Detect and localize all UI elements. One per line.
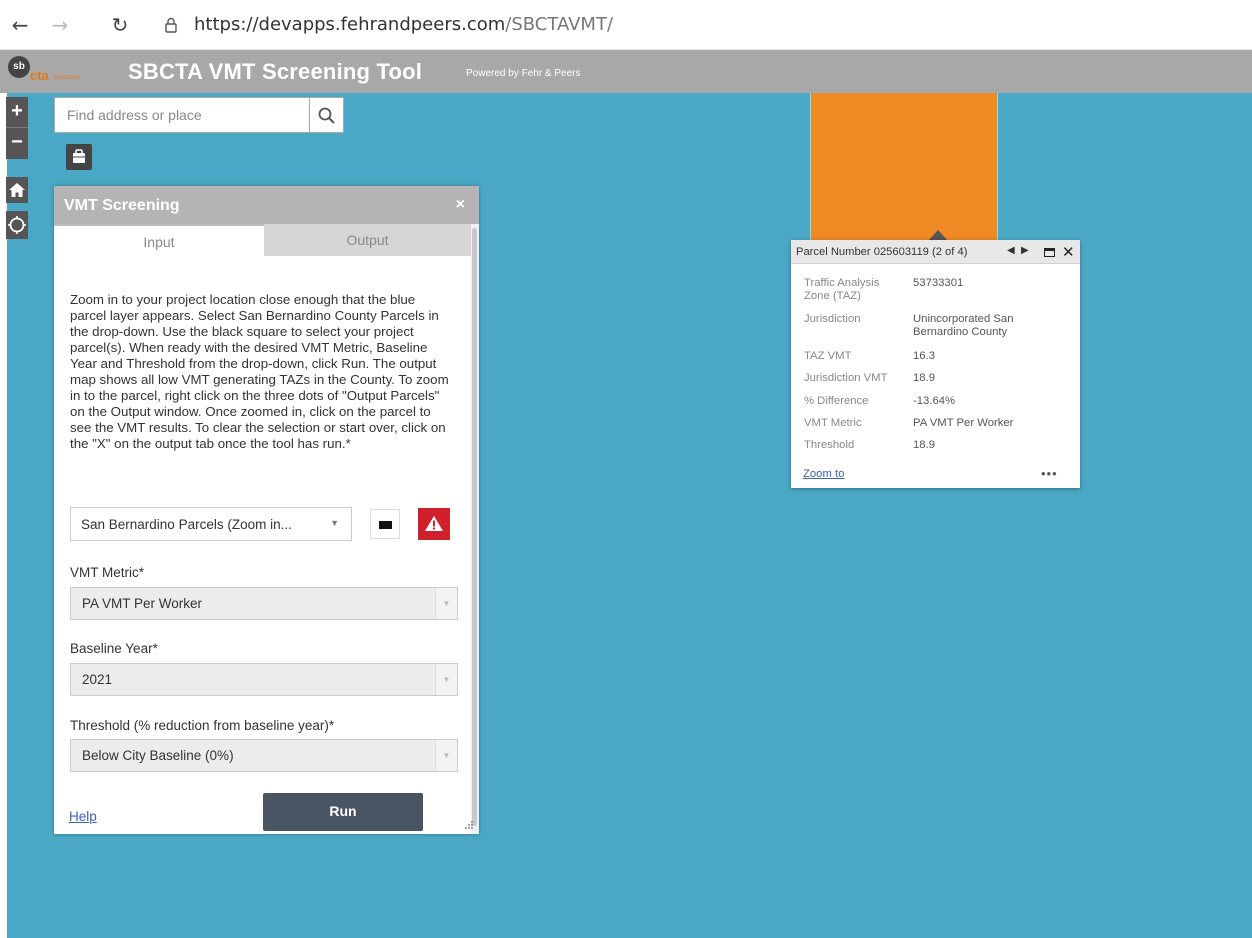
panel-header: VMT Screening × <box>54 186 479 224</box>
vmt-metric-value: PA VMT Per Worker <box>82 596 203 611</box>
app-title: SBCTA VMT Screening Tool <box>128 59 423 84</box>
vmt-metric-dropdown[interactable]: PA VMT Per Worker ▼ <box>70 587 458 620</box>
panel-title: VMT Screening <box>64 197 180 214</box>
threshold-dropdown[interactable]: Below City Baseline (0%) ▼ <box>70 739 458 772</box>
panel-scrollbar[interactable] <box>471 224 479 834</box>
layer-select[interactable]: San Bernardino Parcels (Zoom in... ▼ <box>70 507 352 541</box>
popup-value: Unincorporated San Bernardino County <box>913 313 1014 338</box>
zoom-to-link[interactable]: Zoom to <box>803 468 844 480</box>
arrow-left-icon[interactable]: ← <box>8 13 32 37</box>
popup-value: 53733301 <box>913 277 964 289</box>
more-actions-icon[interactable]: ••• <box>1041 466 1058 481</box>
search-button[interactable] <box>310 97 344 133</box>
url-path: /SBCTAVMT/ <box>505 14 614 35</box>
powered-by: Powered by Fehr & Peers <box>466 68 581 79</box>
zoom-control: + − <box>6 97 28 159</box>
popup-value: 18.9 <box>913 439 935 451</box>
arrow-right-icon[interactable]: → <box>48 13 72 37</box>
popup-key: Jurisdiction <box>804 313 861 325</box>
sbcta-logo: sb cta education <box>8 56 108 88</box>
threshold-value: Below City Baseline (0%) <box>82 748 234 763</box>
tab-output[interactable]: Output <box>264 224 471 256</box>
locate-icon <box>8 216 26 234</box>
popup-key: Traffic Analysis Zone (TAZ) <box>804 277 880 302</box>
vmt-screening-panel: VMT Screening × Input Output Zoom in to … <box>54 186 479 834</box>
zoom-out-button[interactable]: − <box>6 128 28 159</box>
popup-title: Parcel Number 025603119 (2 of 4) <box>796 246 968 258</box>
app-header: sb cta education SBCTA VMT Screening Too… <box>0 50 1252 93</box>
tab-input[interactable]: Input <box>54 224 264 256</box>
next-feature-icon[interactable]: ▶ <box>1021 245 1029 256</box>
popup-value: 18.9 <box>913 372 935 384</box>
scrollbar-thumb[interactable] <box>472 228 477 826</box>
previous-feature-icon[interactable]: ◀ <box>1007 245 1015 256</box>
chevron-down-icon: ▼ <box>435 740 457 771</box>
reload-icon[interactable]: ↻ <box>108 13 132 37</box>
popup-key: Jurisdiction VMT <box>804 372 888 384</box>
baseline-year-value: 2021 <box>82 672 113 687</box>
logo-sb: sb <box>8 56 30 78</box>
popup-key: TAZ VMT <box>804 350 852 362</box>
vmt-metric-label: VMT Metric* <box>70 565 145 580</box>
home-button[interactable] <box>6 177 28 203</box>
chevron-down-icon: ▼ <box>330 518 339 528</box>
warning-button[interactable] <box>418 508 450 540</box>
baseline-year-dropdown[interactable]: 2021 ▼ <box>70 663 458 696</box>
instructions-text: Zoom in to your project location close e… <box>70 292 449 451</box>
popup-close-icon[interactable]: ✕ <box>1062 243 1075 261</box>
home-icon <box>9 183 25 197</box>
zoom-in-button[interactable]: + <box>6 97 28 128</box>
locate-button[interactable] <box>6 211 28 239</box>
search-container <box>54 97 310 133</box>
toolbox-widget-button[interactable] <box>66 144 92 170</box>
toolbox-icon <box>73 149 85 163</box>
lock-icon <box>165 17 177 33</box>
parcel-popup: Parcel Number 025603119 (2 of 4) ◀ ▶ ✕ T… <box>791 240 1080 488</box>
logo-sub: education <box>54 75 81 81</box>
popup-key: VMT Metric <box>804 417 862 429</box>
popup-value: 16.3 <box>913 350 935 362</box>
parcel-polygon[interactable] <box>810 93 998 253</box>
search-icon <box>318 107 335 124</box>
popup-key: Threshold <box>804 439 855 451</box>
popup-value: -13.64% <box>913 395 956 407</box>
logo-cta: cta <box>30 68 49 83</box>
popup-key: % Difference <box>804 395 869 407</box>
layer-select-value: San Bernardino Parcels (Zoom in... <box>81 517 292 532</box>
popup-row-taz: Traffic Analysis Zone (TAZ) 53733301 <box>804 277 1074 305</box>
search-input[interactable] <box>55 98 309 132</box>
url-host: https://devapps.fehrandpeers.com <box>194 14 506 35</box>
select-parcel-button[interactable] <box>370 509 400 539</box>
popup-header: Parcel Number 025603119 (2 of 4) ◀ ▶ ✕ <box>791 240 1080 264</box>
chevron-down-icon: ▼ <box>435 664 457 695</box>
baseline-year-label: Baseline Year* <box>70 641 158 656</box>
help-link[interactable]: Help <box>69 809 97 824</box>
warning-icon <box>425 516 443 531</box>
black-square-icon <box>379 521 392 529</box>
panel-close-icon[interactable]: × <box>456 196 465 214</box>
browser-toolbar: ← → ↻ https://devapps.fehrandpeers.com/S… <box>0 0 1252 50</box>
popup-row-jurisdiction: Jurisdiction Unincorporated San Bernardi… <box>804 313 1074 341</box>
maximize-icon[interactable] <box>1044 248 1055 257</box>
chevron-down-icon: ▼ <box>435 588 457 619</box>
threshold-label: Threshold (% reduction from baseline yea… <box>70 718 335 733</box>
popup-value: PA VMT Per Worker <box>913 417 1014 429</box>
run-button[interactable]: Run <box>263 793 423 831</box>
address-bar[interactable]: https://devapps.fehrandpeers.com/SBCTAVM… <box>194 14 613 35</box>
app-root: ← → ↻ https://devapps.fehrandpeers.com/S… <box>0 0 1252 938</box>
resize-grip-icon[interactable] <box>464 820 474 830</box>
